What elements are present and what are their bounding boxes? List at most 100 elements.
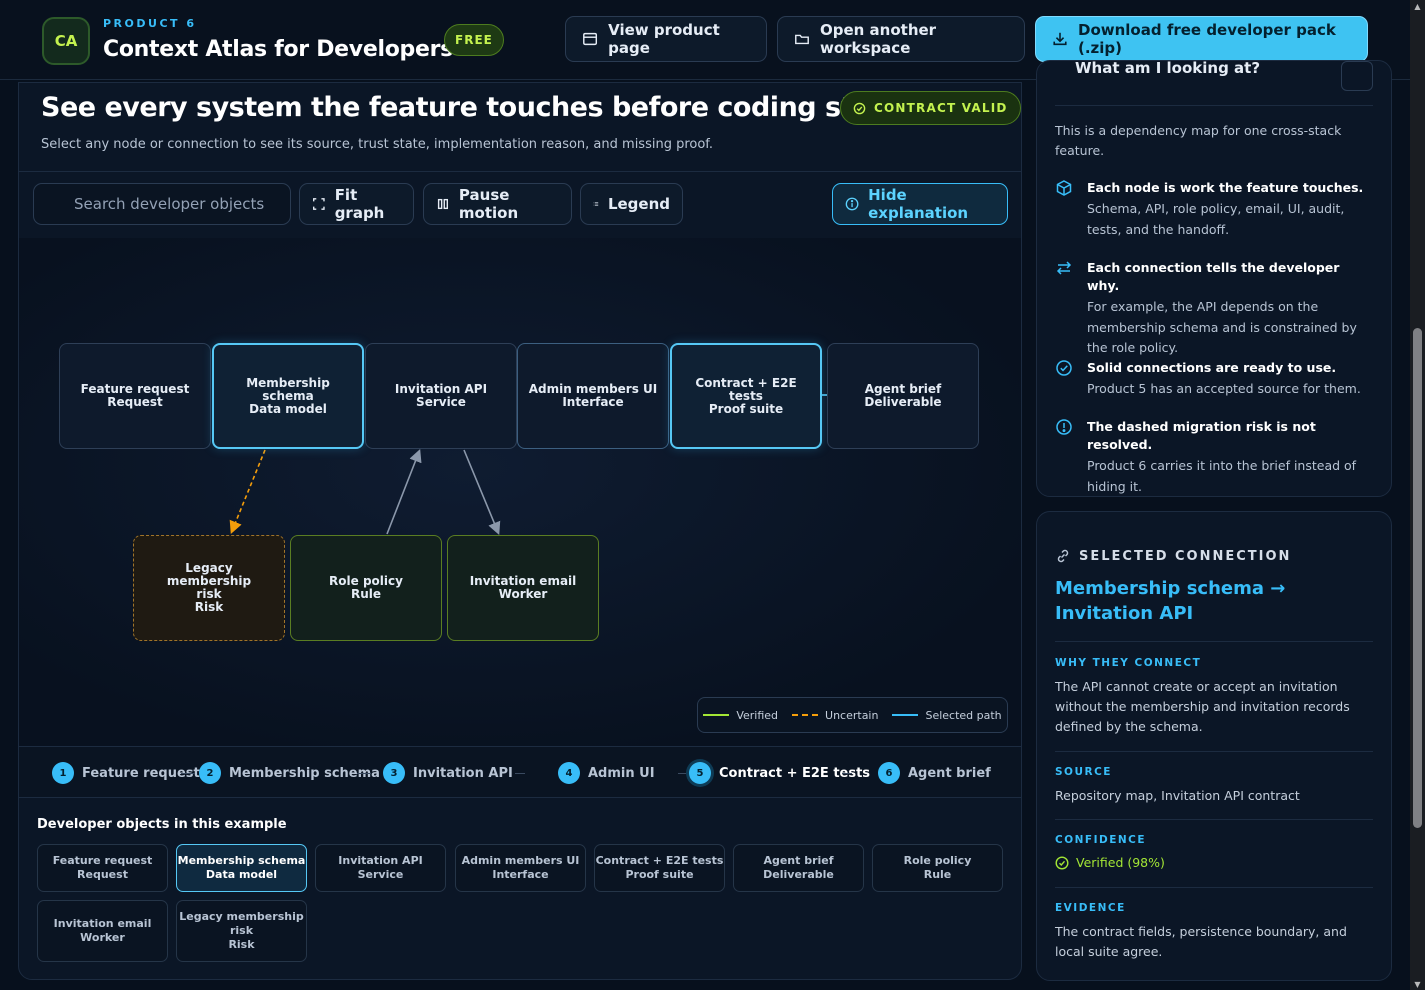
window-icon bbox=[583, 32, 598, 46]
fit-icon bbox=[313, 198, 325, 210]
explanation-item-solid: Solid connections are ready to use. Prod… bbox=[1055, 359, 1375, 400]
edge-schema-to-legacy-risk[interactable] bbox=[229, 449, 266, 534]
object-chip-contract-tests[interactable]: Contract + E2E tests Proof suite bbox=[594, 844, 725, 892]
node-membership-schema[interactable]: Membership schema Data model bbox=[212, 343, 364, 449]
step-separator bbox=[678, 773, 688, 774]
node-role-policy[interactable]: Role policy Rule bbox=[290, 535, 442, 641]
product-title: Context Atlas for Developers bbox=[103, 37, 453, 62]
chip-type: Risk bbox=[228, 938, 255, 951]
fit-graph-label: Fit graph bbox=[334, 186, 385, 222]
explanation-card: What am I looking at? This is a dependen… bbox=[1036, 60, 1392, 497]
graph-edges bbox=[229, 394, 827, 535]
object-chip-admin-members-ui[interactable]: Admin members UI Interface bbox=[455, 844, 586, 892]
chip-label: Role policy bbox=[903, 854, 972, 867]
search-input[interactable]: Search developer objects bbox=[33, 183, 291, 225]
check-circle-icon bbox=[1056, 360, 1072, 376]
chip-label: Legacy membership bbox=[179, 910, 304, 923]
step-agent-brief[interactable]: 6 Agent brief bbox=[878, 762, 991, 784]
explanation-item-title: Each connection tells the developer why. bbox=[1087, 260, 1340, 293]
open-workspace-button[interactable]: Open another workspace bbox=[777, 16, 1025, 62]
free-badge: FREE bbox=[444, 24, 504, 56]
object-chip-role-policy[interactable]: Role policy Rule bbox=[872, 844, 1003, 892]
evidence-text: The contract fields, persistence boundar… bbox=[1055, 924, 1347, 959]
node-sublabel: Worker bbox=[498, 587, 548, 601]
download-pack-label: Download free developer pack (.zip) bbox=[1078, 21, 1336, 57]
page-scrollbar[interactable]: ▲ ▼ bbox=[1410, 0, 1425, 990]
pause-motion-label: Pause motion bbox=[458, 186, 519, 222]
legend-verified-label: Verified bbox=[736, 708, 779, 722]
node-sublabel: Deliverable bbox=[864, 395, 942, 409]
chip-sublabel: Request bbox=[77, 868, 128, 881]
legend-selected-label: Selected path bbox=[925, 708, 1002, 722]
contract-valid-label: CONTRACT VALID bbox=[874, 101, 1008, 115]
explanation-header-title: What am I looking at? bbox=[1075, 60, 1261, 77]
download-pack-button[interactable]: Download free developer pack (.zip) bbox=[1035, 16, 1368, 62]
object-chip-invitation-email[interactable]: Invitation email Worker bbox=[37, 900, 168, 962]
why-connect-text: The API cannot create or accept an invit… bbox=[1055, 679, 1350, 734]
hide-explanation-button[interactable]: Hide explanation bbox=[832, 183, 1008, 225]
node-contract-tests[interactable]: Contract + E2E tests Proof suite bbox=[670, 343, 822, 449]
contract-valid-badge: CONTRACT VALID bbox=[840, 91, 1021, 125]
step-admin-ui[interactable]: 4 Admin UI bbox=[558, 762, 655, 784]
step-separator bbox=[357, 773, 371, 774]
node-sublabel: Request bbox=[107, 395, 163, 409]
legend-button[interactable]: Legend bbox=[580, 183, 683, 225]
step-label: Invitation API bbox=[413, 765, 513, 781]
objects-title: Developer objects in this example bbox=[37, 817, 287, 832]
chip-label: Contract + E2E tests bbox=[595, 854, 724, 867]
scroll-thumb[interactable] bbox=[1413, 328, 1422, 828]
chip-sublabel: Proof suite bbox=[625, 868, 694, 881]
object-chip-feature-request[interactable]: Feature request Request bbox=[37, 844, 168, 892]
edge-api-to-email-worker[interactable] bbox=[463, 449, 501, 535]
object-chip-agent-brief[interactable]: Agent brief Deliverable bbox=[733, 844, 864, 892]
object-chip-invitation-api[interactable]: Invitation API Service bbox=[315, 844, 446, 892]
pause-motion-button[interactable]: Pause motion bbox=[423, 183, 572, 225]
main-panel: See every system the feature touches bef… bbox=[18, 82, 1022, 980]
chip-sublabel: Worker bbox=[80, 931, 125, 944]
header-divider bbox=[19, 171, 1021, 172]
node-sublabel: Interface bbox=[562, 395, 624, 409]
confidence-text: Verified (98%) bbox=[1076, 855, 1165, 870]
chip-sublabel: Service bbox=[357, 868, 404, 881]
node-legacy-membership-risk[interactable]: Legacy membership risk Risk bbox=[133, 535, 285, 641]
download-icon bbox=[1053, 32, 1067, 46]
step-invitation-api[interactable]: 3 Invitation API bbox=[383, 762, 513, 784]
step-separator bbox=[181, 773, 195, 774]
legend-label: Legend bbox=[607, 195, 670, 213]
scroll-up-arrow-icon[interactable]: ▲ bbox=[1413, 2, 1422, 11]
object-chip-membership-schema[interactable]: Membership schema Data model bbox=[176, 844, 307, 892]
chip-label: Feature request bbox=[52, 854, 153, 867]
chip-sublabel: Rule bbox=[923, 868, 952, 881]
view-product-label: View product page bbox=[608, 21, 720, 57]
object-chip-legacy-risk[interactable]: Legacy membership risk Risk bbox=[176, 900, 307, 962]
scroll-down-arrow-icon[interactable]: ▼ bbox=[1413, 980, 1422, 989]
list-icon bbox=[593, 202, 599, 206]
collapse-explanation-button[interactable] bbox=[1341, 61, 1373, 91]
page-title: See every system the feature touches bef… bbox=[41, 92, 912, 123]
check-circle-icon bbox=[853, 102, 866, 114]
node-admin-members-ui[interactable]: Admin members UI Interface bbox=[517, 343, 669, 449]
node-invitation-api[interactable]: Invitation API Service bbox=[365, 343, 517, 449]
node-invitation-email[interactable]: Invitation email Worker bbox=[447, 535, 599, 641]
edge-role-policy-to-api[interactable] bbox=[386, 449, 422, 535]
step-membership-schema[interactable]: 2 Membership schema bbox=[199, 762, 380, 784]
explanation-item-body: Product 5 has an accepted source for the… bbox=[1087, 381, 1361, 396]
step-number: 2 bbox=[199, 762, 221, 784]
fit-graph-button[interactable]: Fit graph bbox=[299, 183, 414, 225]
node-sublabel: Rule bbox=[350, 587, 382, 601]
explanation-intro: This is a dependency map for one cross-s… bbox=[1055, 123, 1342, 158]
section-divider bbox=[1055, 641, 1373, 642]
node-feature-request[interactable]: Feature request Request bbox=[59, 343, 211, 449]
explanation-item-body: Schema, API, role policy, email, UI, aud… bbox=[1087, 201, 1345, 237]
step-feature-request[interactable]: 1 Feature request bbox=[52, 762, 200, 784]
evidence-label: EVIDENCE bbox=[1055, 902, 1126, 914]
explanation-item-title: Solid connections are ready to use. bbox=[1087, 360, 1337, 375]
graph-legend: Verified Uncertain Selected path bbox=[697, 697, 1008, 733]
chip-label: Admin members UI bbox=[461, 854, 580, 867]
step-number: 5 bbox=[689, 762, 711, 784]
node-agent-brief[interactable]: Agent brief Deliverable bbox=[827, 343, 979, 449]
view-product-button[interactable]: View product page bbox=[565, 16, 767, 62]
chip-sublabel: risk bbox=[229, 924, 254, 937]
dependency-graph[interactable]: Feature request Request Membership schem… bbox=[19, 238, 1021, 746]
product-logo: CA bbox=[42, 17, 90, 65]
